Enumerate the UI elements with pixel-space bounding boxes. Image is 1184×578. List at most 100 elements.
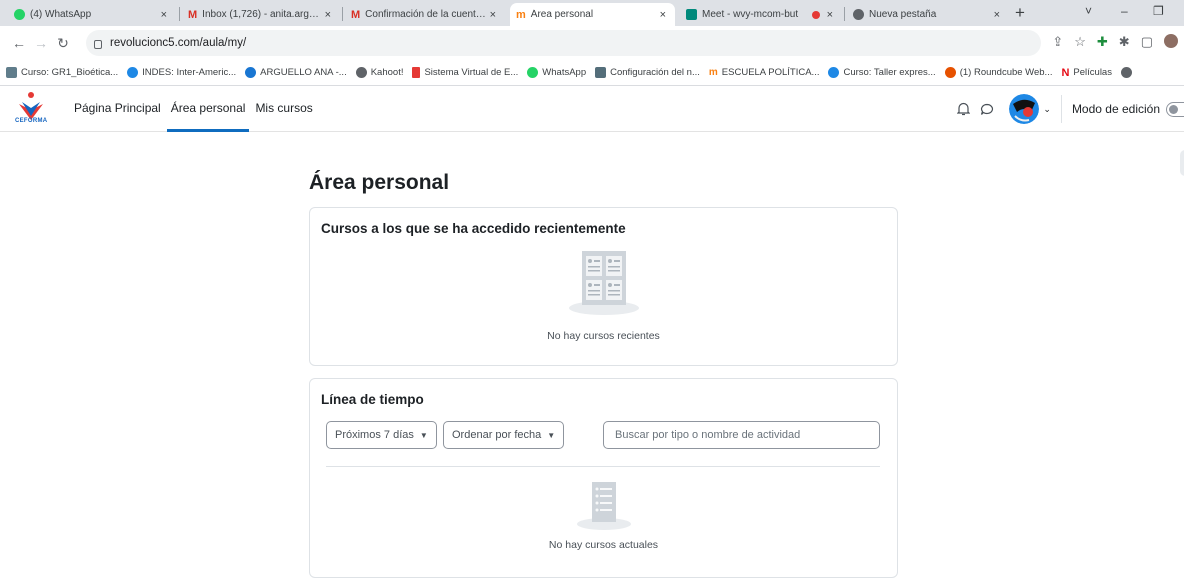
forward-arrow-icon[interactable]: → [30, 35, 52, 51]
page-title: Área personal [309, 171, 450, 194]
bookmark-icon [127, 67, 139, 78]
whatsapp-icon [527, 67, 539, 78]
meet-icon [686, 9, 697, 20]
extension-plus-icon[interactable]: ✚ [1097, 34, 1108, 50]
user-avatar[interactable] [1009, 94, 1040, 124]
address-bar[interactable]: revolucionc5.com/aula/my/ [86, 30, 1041, 56]
browser-tab-meet[interactable]: Meet - wvy-mcom-but × [680, 3, 842, 26]
bookmark-item[interactable]: INDES: Inter-Americ... [127, 67, 236, 78]
new-tab-button[interactable]: + [1015, 3, 1025, 23]
bookmark-label: WhatsApp [542, 67, 587, 78]
bookmark-item[interactable]: Configuración del n... [595, 67, 700, 78]
nav-area-personal[interactable]: Área personal [166, 86, 250, 132]
edit-mode-label: Modo de edición [1071, 102, 1160, 116]
gmail-icon: M [188, 8, 198, 21]
moodle-icon: m [516, 8, 526, 21]
bookmark-item[interactable]: m ESCUELA POLÍTICA... [709, 67, 820, 78]
bookmark-item[interactable]: Curso: GR1_Bioética... [6, 67, 118, 78]
close-icon[interactable]: × [824, 9, 836, 21]
logo-text: CEFORMA [15, 118, 48, 124]
block-drawer-handle[interactable] [1180, 150, 1184, 176]
close-icon[interactable]: × [991, 9, 1003, 21]
minimize-button[interactable]: – [1121, 4, 1128, 18]
close-icon[interactable]: × [322, 9, 334, 21]
bookmark-item[interactable] [1120, 67, 1136, 78]
primary-navigation: Página Principal Área personal Mis curso… [70, 86, 319, 132]
bookmark-label: Películas [1073, 67, 1112, 78]
bookmark-icon [412, 67, 421, 78]
browser-tab-gmail-inbox[interactable]: M Inbox (1,726) - anita.arguello × [182, 3, 340, 26]
tab-title: Meet - wvy-mcom-but [702, 9, 799, 20]
chevron-down-icon[interactable]: ⌄ [1043, 104, 1051, 115]
timeline-card: Línea de tiempo Próximos 7 días ▼ Ordena… [309, 378, 898, 578]
globe-icon [1120, 67, 1132, 78]
divider [326, 466, 880, 467]
timeline-controls: Próximos 7 días ▼ Ordenar por fecha ▼ Bu… [326, 421, 880, 449]
profile-avatar-icon[interactable] [1164, 34, 1178, 48]
edit-mode-toggle[interactable] [1166, 101, 1184, 117]
bookmark-label: ARGUELLO ANA -... [260, 67, 347, 78]
timeline-search-input[interactable]: Buscar por tipo o nombre de actividad [603, 421, 880, 449]
close-icon[interactable]: × [487, 9, 499, 21]
timeline-sort-dropdown[interactable]: Ordenar por fecha ▼ [443, 421, 565, 449]
lock-icon [94, 39, 102, 49]
bookmark-item[interactable]: Sistema Virtual de E... [412, 67, 518, 78]
restore-button[interactable]: ❐ [1153, 4, 1164, 18]
browser-tab-area-personal[interactable]: m Área personal × [510, 3, 675, 26]
reload-icon[interactable]: ↻ [52, 35, 74, 52]
bookmark-item[interactable]: Kahoot! [355, 67, 404, 78]
tab-title: Confirmación de la cuenta Cr [365, 9, 487, 20]
timeline-empty-text: No hay cursos actuales [548, 539, 659, 551]
browser-tab-whatsapp[interactable]: (4) WhatsApp × [8, 3, 176, 26]
close-icon[interactable]: × [158, 9, 170, 21]
puzzle-icon[interactable]: ✱ [1119, 34, 1130, 50]
bookmark-label: Sistema Virtual de E... [424, 67, 519, 78]
recent-courses-title: Cursos a los que se ha accedido reciente… [321, 221, 626, 236]
divider [1060, 95, 1062, 123]
message-drawer-icon[interactable] [979, 101, 995, 117]
bookmark-label: (1) Roundcube Web... [959, 67, 1053, 78]
url-text: revolucionc5.com/aula/my/ [110, 37, 247, 49]
toggle-knob [1169, 104, 1178, 114]
nav-home[interactable]: Página Principal [70, 86, 165, 132]
back-arrow-icon[interactable]: ← [8, 35, 30, 51]
globe-icon [355, 67, 367, 78]
bookmark-label: Kahoot! [370, 67, 404, 78]
bookmark-item[interactable]: Curso: Taller expres... [828, 67, 936, 78]
timeline-title: Línea de tiempo [321, 392, 424, 407]
star-icon[interactable]: ☆ [1074, 34, 1086, 50]
chevron-down-icon: ▼ [419, 430, 428, 440]
bookmark-item[interactable]: ARGUELLO ANA -... [245, 67, 347, 78]
tab-title: Nueva pestaña [869, 9, 937, 20]
courses-empty-icon [569, 251, 639, 315]
browser-tab-new-tab[interactable]: Nueva pestaña × [847, 3, 1009, 26]
tab-title: Inbox (1,726) - anita.arguello [202, 9, 322, 20]
bookmark-item[interactable]: N Películas [1061, 67, 1112, 79]
chevron-down-icon: ▼ [547, 430, 556, 440]
browser-toolbar: ← → ↻ revolucionc5.com/aula/my/ ⇪ ☆ ✚ ✱ … [0, 26, 1184, 60]
activities-empty-icon [577, 482, 631, 530]
browser-tab-gmail-confirmation[interactable]: M Confirmación de la cuenta Cr × [345, 3, 505, 26]
sidepanel-icon[interactable]: ▢ [1141, 34, 1153, 50]
moodle-icon: m [708, 67, 718, 78]
bookmark-label: Configuración del n... [610, 67, 700, 78]
site-navbar: CEFORMA Página Principal Área personal M… [0, 86, 1184, 132]
bookmark-item[interactable]: (1) Roundcube Web... [944, 67, 1053, 78]
timeline-day-filter-dropdown[interactable]: Próximos 7 días ▼ [326, 421, 437, 449]
day-filter-label: Próximos 7 días [335, 429, 414, 441]
tab-title: (4) WhatsApp [30, 9, 92, 20]
bookmark-item[interactable]: WhatsApp [527, 67, 586, 78]
close-icon[interactable]: × [657, 9, 669, 21]
bell-icon[interactable] [955, 101, 971, 117]
recent-courses-empty-text: No hay cursos recientes [547, 330, 660, 342]
whatsapp-icon [14, 9, 25, 20]
chrome-icon [853, 9, 864, 20]
bookmark-icon [6, 67, 17, 78]
tab-search-chevron-icon[interactable]: ˅ [1085, 4, 1092, 18]
nav-my-courses[interactable]: Mis cursos [251, 86, 316, 132]
bookmark-label: Curso: Taller expres... [843, 67, 936, 78]
bookmarks-bar: Curso: GR1_Bioética... INDES: Inter-Amer… [0, 60, 1184, 86]
netflix-icon: N [1061, 66, 1070, 79]
recent-courses-card: Cursos a los que se ha accedido reciente… [309, 207, 898, 366]
share-icon[interactable]: ⇪ [1052, 34, 1063, 50]
